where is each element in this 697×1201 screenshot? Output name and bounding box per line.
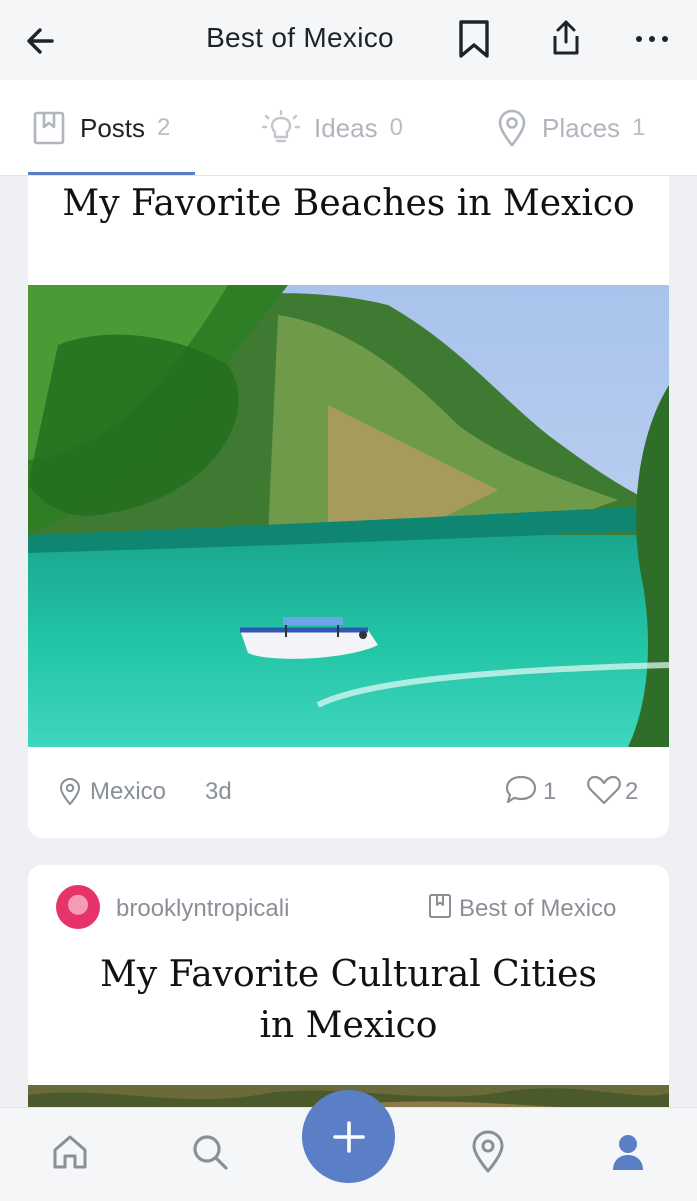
tab-label: Places xyxy=(542,112,621,143)
map-pin-icon[interactable] xyxy=(470,1130,506,1174)
page-title: Best of Mexico xyxy=(206,22,394,53)
tab-count: 0 xyxy=(389,114,403,141)
more-dots-icon xyxy=(636,36,668,42)
search-icon[interactable] xyxy=(190,1132,230,1172)
add-icon xyxy=(332,1120,365,1153)
post-photo[interactable] xyxy=(28,285,669,747)
heart-icon[interactable] xyxy=(586,774,622,806)
active-tab-indicator xyxy=(28,172,195,175)
lightbulb-icon xyxy=(262,110,300,143)
profile-icon[interactable] xyxy=(610,1132,646,1172)
share-button[interactable] xyxy=(548,18,584,60)
location-pin-icon xyxy=(498,109,526,147)
tab-label: Ideas xyxy=(314,112,378,143)
post-title: My Favorite Cultural Cities in Mexico xyxy=(68,949,629,1051)
tab-ideas[interactable]: Ideas 0 xyxy=(262,108,403,148)
post-card[interactable]: brooklyntropicali Best of Mexico My Favo… xyxy=(28,865,669,1125)
comment-icon[interactable] xyxy=(504,774,538,806)
post-title-line: in Mexico xyxy=(259,1005,438,1046)
top-bar: Best of Mexico xyxy=(0,0,697,80)
like-count: 2 xyxy=(625,778,639,805)
post-author[interactable]: brooklyntropicali xyxy=(116,895,289,923)
post-title-line: My Favorite Cultural Cities xyxy=(100,954,597,995)
add-button[interactable] xyxy=(302,1090,395,1183)
comment-count: 1 xyxy=(543,778,557,805)
bookmark-icon xyxy=(459,20,489,58)
bookmark-button[interactable] xyxy=(456,18,492,60)
share-icon xyxy=(553,20,579,55)
location-pin-icon xyxy=(59,778,81,806)
tab-posts[interactable]: Posts 2 xyxy=(32,108,170,148)
tab-places[interactable]: Places 1 xyxy=(496,108,645,148)
collection-icon xyxy=(429,894,451,918)
post-time: 3d xyxy=(205,778,232,805)
tab-bar: Posts 2 Ideas 0 Places 1 xyxy=(0,80,697,176)
bottom-nav xyxy=(0,1090,697,1201)
tab-count: 1 xyxy=(632,114,646,141)
tab-count: 2 xyxy=(157,114,171,141)
post-meta: Mexico 3d 1 2 xyxy=(28,766,669,816)
collection-icon xyxy=(33,111,65,145)
post-card[interactable]: My Favorite Beaches in Mexico Mexico 3d … xyxy=(28,176,669,838)
post-location[interactable]: Mexico xyxy=(90,778,166,806)
tab-label: Posts xyxy=(80,112,146,143)
more-button[interactable] xyxy=(630,20,674,58)
avatar[interactable] xyxy=(56,885,100,929)
post-title: My Favorite Beaches in Mexico xyxy=(62,183,635,224)
home-icon[interactable] xyxy=(50,1132,90,1172)
post-collection[interactable]: Best of Mexico xyxy=(459,895,616,923)
